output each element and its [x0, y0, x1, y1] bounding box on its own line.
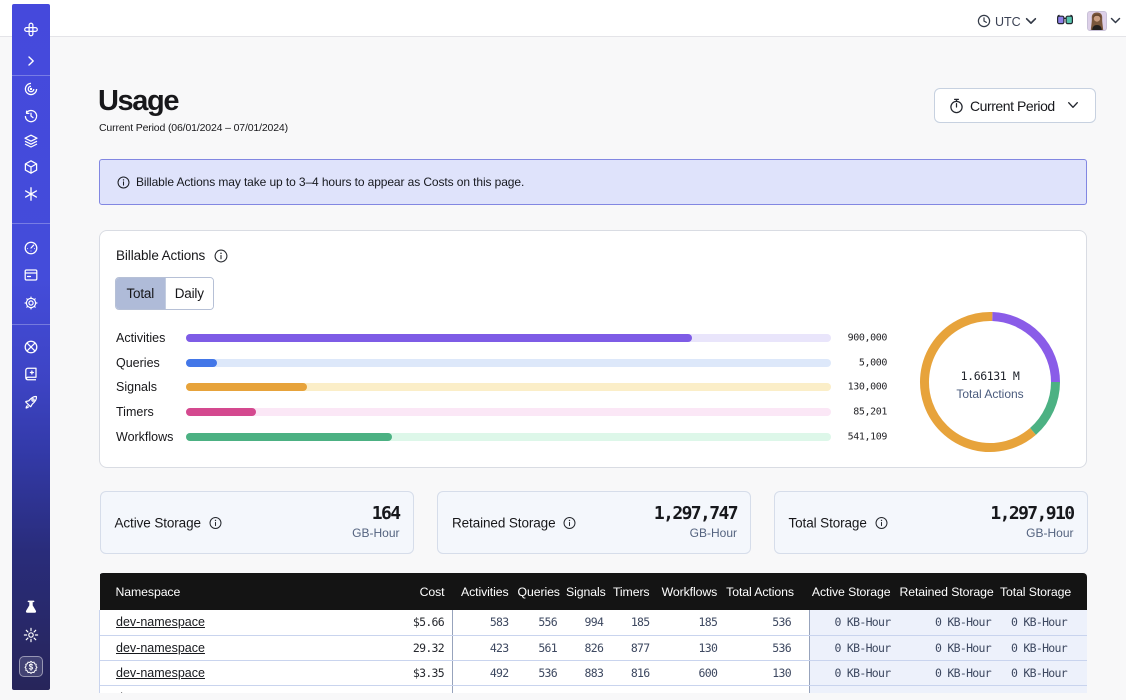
svg-text:1.66131 M: 1.66131 M — [960, 369, 1019, 383]
svg-text:Total Actions: Total Actions — [956, 387, 1023, 401]
